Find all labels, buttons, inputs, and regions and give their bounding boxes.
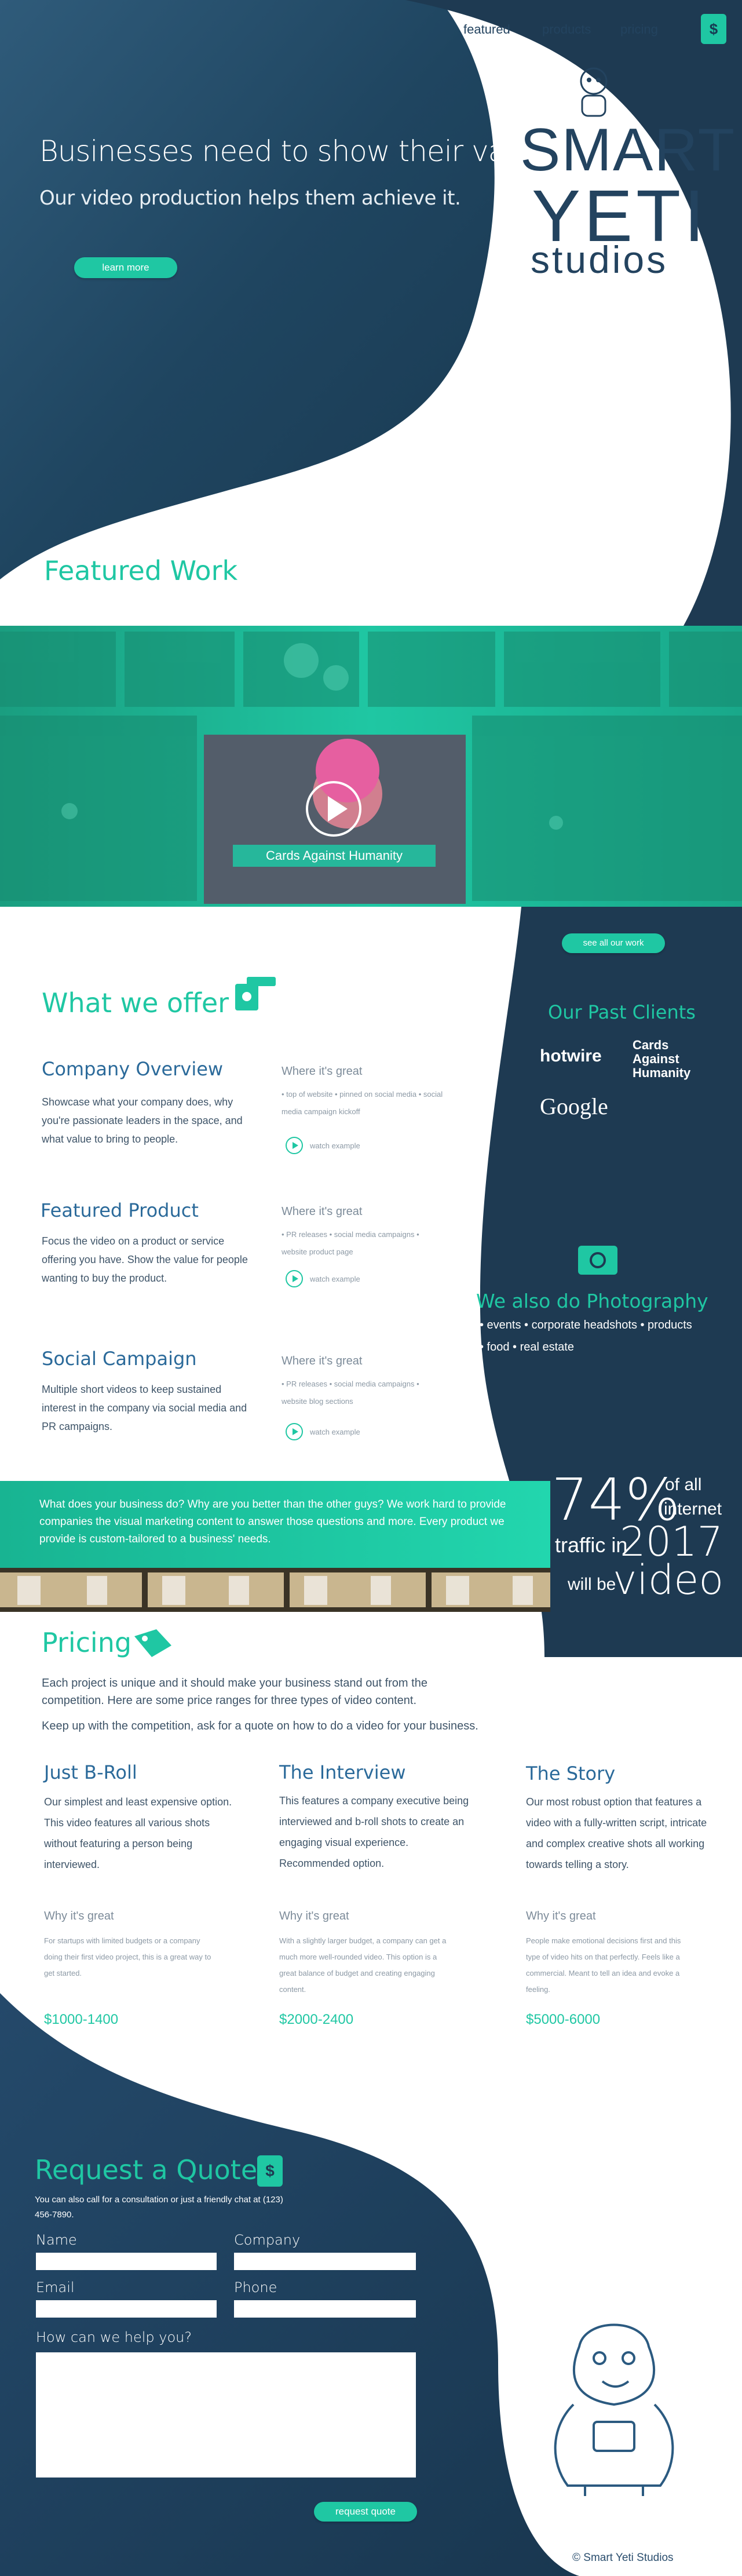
yeti-mascot-icon xyxy=(580,67,608,117)
price-interview-detail: With a slightly larger budget, a company… xyxy=(279,1936,447,1994)
pricing-intro-2: Keep up with the competition, ask for a … xyxy=(42,1720,478,1732)
nav-products[interactable]: products xyxy=(542,22,591,37)
help-textarea[interactable] xyxy=(36,2352,416,2478)
logo-studios: studios xyxy=(531,238,668,281)
offer-company-overview-title: Company Overview xyxy=(42,1058,224,1080)
offer-featured-product-why: Where it's great xyxy=(282,1205,363,1218)
dollar-chat-icon: $ xyxy=(257,2155,283,2187)
company-label: Company xyxy=(234,2232,301,2248)
camera-icon xyxy=(578,1246,617,1275)
offer-company-overview-why: Where it's great xyxy=(282,1065,363,1078)
pricing-title: Pricing xyxy=(42,1627,132,1658)
watch-example-icon[interactable] xyxy=(286,1423,303,1440)
offer-social-campaign-text: Multiple short videos to keep sustained … xyxy=(42,1384,247,1432)
price-story-text: Our most robust option that features a v… xyxy=(526,1796,707,1870)
email-field[interactable] xyxy=(36,2300,217,2318)
name-field[interactable] xyxy=(36,2253,217,2270)
yeti-illustration xyxy=(554,2323,674,2496)
see-all-work-button[interactable]: see all our work xyxy=(562,933,665,953)
quote-title: Request a Quote xyxy=(35,2154,258,2185)
watch-example-icon[interactable] xyxy=(286,1137,303,1154)
dollar-chat-icon[interactable]: $ xyxy=(701,14,726,44)
phone-label: Phone xyxy=(234,2279,277,2296)
price-story-value: $5000-6000 xyxy=(526,2012,601,2027)
background-shapes xyxy=(0,0,742,2576)
price-story-why: Why it's great xyxy=(526,1910,596,1922)
hero-subtitle: Our video production helps them achieve … xyxy=(39,187,461,210)
watch-example-icon[interactable] xyxy=(286,1270,303,1287)
price-broll-detail: For startups with limited budgets or a c… xyxy=(44,1936,211,1977)
price-broll-why: Why it's great xyxy=(44,1910,114,1922)
offer-featured-product-text: Focus the video on a product or service … xyxy=(42,1235,248,1284)
photo-list-1: • events • corporate headshots • product… xyxy=(480,1319,692,1331)
hero-title: Businesses need to show their value. xyxy=(39,134,557,168)
help-label: How can we help you? xyxy=(36,2329,192,2345)
stat-of-all: of all xyxy=(665,1475,702,1494)
phone-field[interactable] xyxy=(234,2300,416,2318)
pricing-intro-1: Each project is unique and it should mak… xyxy=(42,1677,427,1707)
offer-company-overview-list: • top of website • pinned on social medi… xyxy=(282,1090,443,1116)
offer-social-campaign-title: Social Campaign xyxy=(42,1348,197,1370)
featured-video[interactable]: Cards Against Humanity xyxy=(204,735,466,904)
watch-example-link[interactable]: watch example xyxy=(310,1428,360,1436)
price-broll-title: Just B-Roll xyxy=(44,1761,137,1783)
price-interview-why: Why it's great xyxy=(279,1910,349,1922)
offer-title: What we offer xyxy=(42,987,229,1019)
client-logo-cah: Cards Against Humanity xyxy=(633,1038,691,1080)
photo-title: We also do Photography xyxy=(476,1290,708,1312)
client-logo-google: Google xyxy=(540,1093,608,1119)
offer-social-campaign-why: Where it's great xyxy=(282,1355,363,1367)
watch-example-link[interactable]: watch example xyxy=(310,1141,360,1150)
featured-title: Featured Work xyxy=(44,555,238,586)
learn-more-button[interactable]: learn more xyxy=(74,257,177,278)
price-story-title: The Story xyxy=(526,1763,616,1785)
play-icon[interactable] xyxy=(306,781,361,837)
video-caption: Cards Against Humanity xyxy=(266,848,403,863)
photo-list-2: • food • real estate xyxy=(480,1341,574,1353)
offer-featured-product-list: • PR releases • social media campaigns •… xyxy=(282,1230,419,1256)
price-interview-title: The Interview xyxy=(279,1761,406,1783)
offer-featured-product-title: Featured Product xyxy=(41,1199,199,1221)
offer-social-campaign-list: • PR releases • social media campaigns •… xyxy=(282,1380,419,1406)
request-quote-button[interactable]: request quote xyxy=(314,2502,417,2522)
nav-pricing[interactable]: pricing xyxy=(620,22,658,37)
email-label: Email xyxy=(36,2279,75,2296)
price-tag-icon xyxy=(134,1629,171,1657)
watch-example-link[interactable]: watch example xyxy=(310,1275,360,1283)
price-interview-value: $2000-2400 xyxy=(279,2012,354,2027)
banner-text: What does your business do? Why are you … xyxy=(39,1498,506,1545)
nav-featured[interactable]: featured xyxy=(463,22,510,37)
stat-video: video xyxy=(613,1556,724,1604)
stat-will-be: will be xyxy=(568,1575,616,1594)
price-broll-text: Our simplest and least expensive option.… xyxy=(44,1796,232,1870)
client-logo-hotwire: hotwire xyxy=(540,1046,602,1066)
offer-company-overview-text: Showcase what your company does, why you… xyxy=(42,1096,243,1145)
clients-title: Our Past Clients xyxy=(548,1001,696,1023)
quote-sub: You can also call for a consultation or … xyxy=(35,2195,283,2220)
stat-internet: internet xyxy=(664,1499,722,1519)
footer-copyright: © Smart Yeti Studios xyxy=(572,2552,674,2564)
name-label: Name xyxy=(36,2232,77,2248)
price-story-detail: People make emotional decisions first an… xyxy=(526,1936,681,1994)
company-field[interactable] xyxy=(234,2253,416,2270)
price-interview-text: This features a company executive being … xyxy=(279,1795,469,1869)
video-camera-icon xyxy=(235,977,276,1010)
price-broll-value: $1000-1400 xyxy=(44,2012,119,2027)
stat-traffic-in: traffic in xyxy=(555,1533,628,1557)
